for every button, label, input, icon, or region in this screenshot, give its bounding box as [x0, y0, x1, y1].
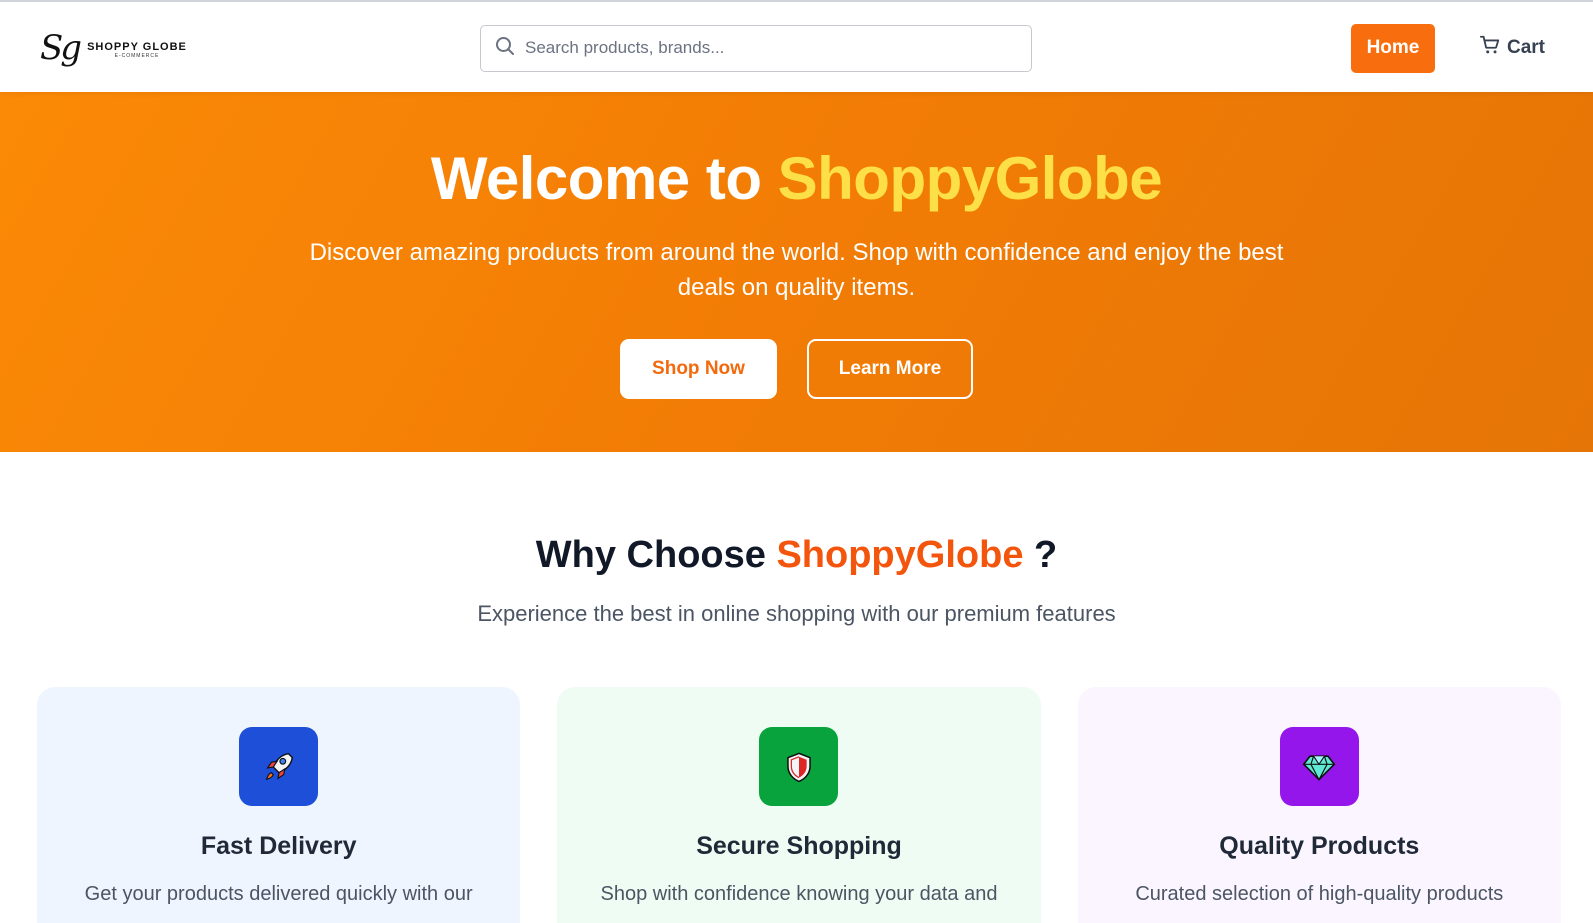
logo-name: SHOPPY GLOBE — [87, 41, 187, 53]
feature-description: Curated selection of high-quality produc… — [1135, 883, 1504, 905]
section-subtitle: Experience the best in online shopping w… — [477, 601, 1116, 626]
rocket-icon — [239, 727, 319, 806]
learn-more-button[interactable]: Learn More — [807, 339, 973, 399]
hero-title-prefix: Welcome to — [430, 145, 778, 212]
hero-actions: Shop Now Learn More — [620, 339, 973, 399]
hero-title-brand: ShoppyGlobe — [777, 145, 1163, 212]
search-icon — [495, 36, 515, 61]
why-choose-section: Why Choose ShoppyGlobe ? Experience the … — [0, 452, 1593, 923]
logo-mark: Sg — [40, 28, 82, 68]
feature-title: Fast Delivery — [200, 832, 357, 860]
brand-logo[interactable]: Sg SHOPPY GLOBE E-COMMERCE — [40, 31, 480, 65]
features-grid: Fast Delivery Get your products delivere… — [0, 687, 1593, 923]
logo-text: SHOPPY GLOBE E-COMMERCE — [87, 41, 187, 65]
nav-links: Home Cart — [1350, 23, 1545, 73]
logo-subtitle: E-COMMERCE — [114, 53, 160, 59]
home-button[interactable]: Home — [1350, 23, 1435, 73]
cart-label: Cart — [1506, 37, 1545, 58]
feature-description: Shop with confidence knowing your data a… — [600, 883, 998, 905]
feature-description: Get your products delivered quickly with… — [84, 883, 473, 905]
cart-icon — [1479, 34, 1501, 62]
diamond-icon — [1279, 727, 1359, 806]
feature-title: Secure Shopping — [696, 832, 902, 860]
search-input[interactable] — [525, 38, 1017, 58]
feature-title: Quality Products — [1219, 832, 1420, 860]
section-title-suffix: ? — [1023, 534, 1058, 576]
navbar: Sg SHOPPY GLOBE E-COMMERCE Home Cart — [0, 4, 1593, 92]
section-title: Why Choose ShoppyGlobe ? — [536, 534, 1057, 577]
shield-icon — [759, 727, 839, 806]
section-title-brand: ShoppyGlobe — [776, 534, 1024, 576]
section-title-prefix: Why Choose — [535, 534, 777, 576]
feature-card-quality-products: Quality Products Curated selection of hi… — [1077, 687, 1561, 923]
hero-subtitle: Discover amazing products from around th… — [309, 239, 1284, 301]
shop-now-button[interactable]: Shop Now — [620, 339, 777, 399]
hero-title: Welcome to ShoppyGlobe — [430, 144, 1163, 213]
hero-banner: Welcome to ShoppyGlobe Discover amazing … — [0, 92, 1593, 452]
feature-card-secure-shopping: Secure Shopping Shop with confidence kno… — [557, 687, 1041, 923]
feature-card-fast-delivery: Fast Delivery Get your products delivere… — [37, 687, 521, 923]
search-bar — [480, 24, 1032, 72]
cart-link[interactable]: Cart — [1479, 34, 1545, 62]
